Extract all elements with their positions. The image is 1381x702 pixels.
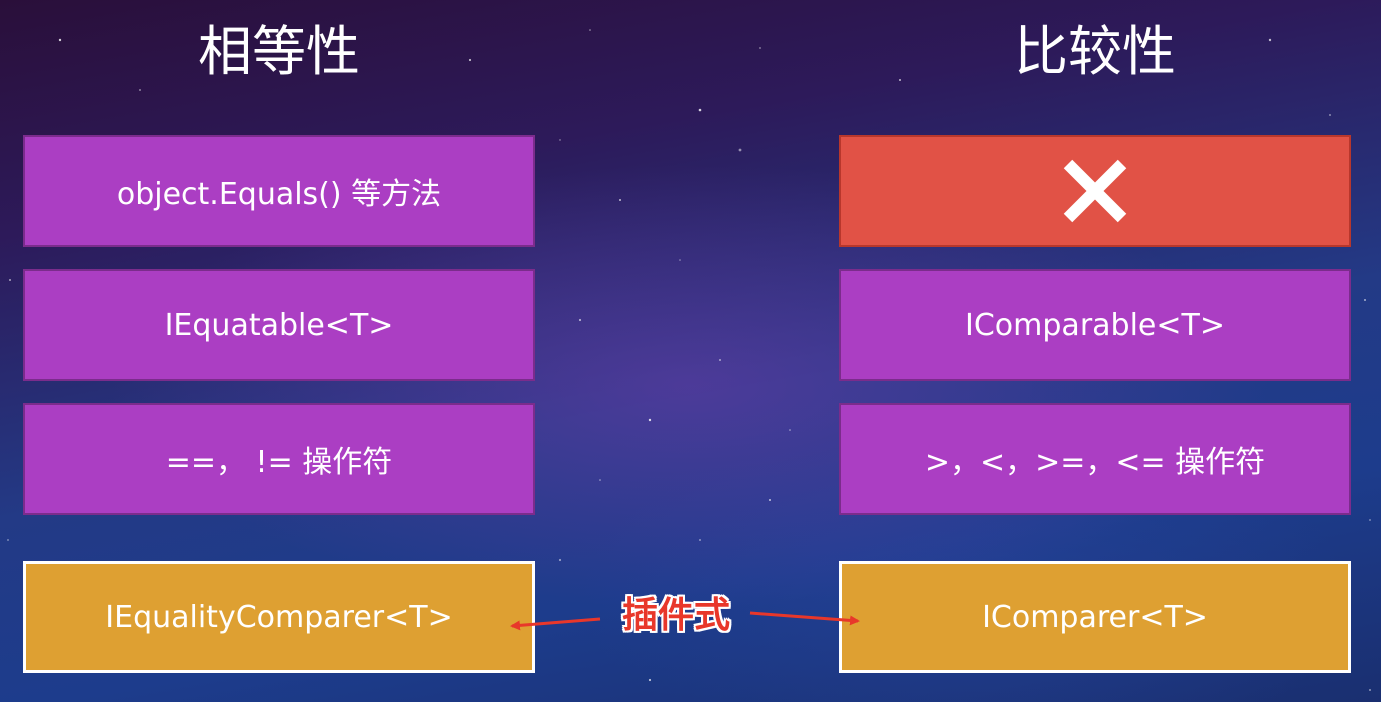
object-equals-box: object.Equals() 等方法 [23, 135, 535, 247]
icomparable-box: IComparable<T> [839, 269, 1351, 381]
iequatable-label: IEquatable<T> [164, 307, 394, 343]
iequalitycomparer-label: IEqualityComparer<T> [105, 599, 453, 635]
object-equals-label: object.Equals() 等方法 [116, 177, 442, 212]
icomparer-label: IComparer<T> [982, 599, 1208, 635]
cross-icon [1063, 159, 1127, 223]
iequalitycomparer-box: IEqualityComparer<T> [23, 561, 535, 673]
equality-heading: 相等性 [198, 20, 360, 83]
pluggable-label: 插件式 [621, 595, 730, 636]
equality-operators-box: ==， != 操作符 [23, 403, 535, 515]
comparison-operators-label: >，<，>=，<= 操作符 [924, 445, 1266, 480]
equality-operators-label: ==， != 操作符 [165, 445, 393, 480]
icomparer-box: IComparer<T> [839, 561, 1351, 673]
icomparable-label: IComparable<T> [965, 307, 1225, 343]
iequatable-box: IEquatable<T> [23, 269, 535, 381]
not-applicable-box [839, 135, 1351, 247]
comparison-operators-box: >，<，>=，<= 操作符 [839, 403, 1351, 515]
comparison-heading: 比较性 [1014, 20, 1176, 83]
